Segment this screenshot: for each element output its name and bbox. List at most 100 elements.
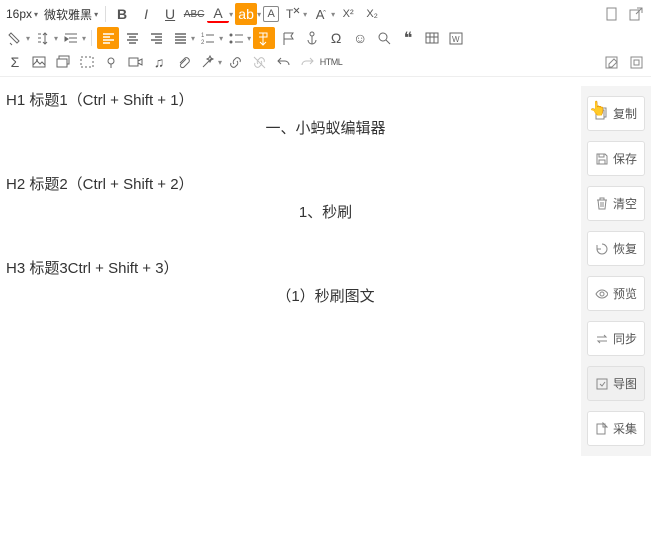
text-border-button[interactable]: A <box>263 6 279 22</box>
export-label: 导图 <box>613 375 637 392</box>
align-center-button[interactable] <box>121 27 143 49</box>
multi-image-button[interactable] <box>52 51 74 73</box>
align-right-button[interactable] <box>145 27 167 49</box>
bg-color-button[interactable]: ab <box>235 3 257 25</box>
flag-icon <box>281 31 296 46</box>
preview-button[interactable]: 预览 <box>587 276 645 311</box>
link-button[interactable] <box>224 51 246 73</box>
caret-icon: ▾ <box>34 10 38 19</box>
separator <box>105 6 106 22</box>
direction-icon <box>257 31 272 46</box>
caret-icon[interactable]: ▾ <box>191 34 195 43</box>
caret-icon[interactable]: ▾ <box>219 34 223 43</box>
svg-text:W: W <box>452 35 460 44</box>
toolbar-row-2: ▾ ▾ ▾ ▾ 12 ▾ ▾ Ω ☺ ❝ W <box>4 26 647 50</box>
map-button[interactable] <box>100 51 122 73</box>
caret-icon[interactable]: ▾ <box>247 34 251 43</box>
quote-button[interactable]: ❝ <box>397 27 419 49</box>
sync-icon <box>595 332 609 346</box>
line-height-button[interactable] <box>32 27 54 49</box>
align-justify-button[interactable] <box>169 27 191 49</box>
restore-button[interactable]: 恢复 <box>587 231 645 266</box>
export-image-button[interactable]: 导图 👆 <box>587 366 645 401</box>
fullscreen-button[interactable] <box>625 51 647 73</box>
sync-button[interactable]: 同步 <box>587 321 645 356</box>
emoji-button[interactable]: ☺ <box>349 27 371 49</box>
indent-button[interactable] <box>60 27 82 49</box>
font-size-select[interactable]: 16px ▾ <box>4 6 40 22</box>
preview-label: 预览 <box>613 285 637 302</box>
magic-button[interactable] <box>196 51 218 73</box>
clear-format-button[interactable]: T <box>281 3 303 25</box>
unlink-button[interactable] <box>248 51 270 73</box>
search-button[interactable] <box>373 27 395 49</box>
direction-button[interactable] <box>253 27 275 49</box>
superscript-button[interactable]: X² <box>337 3 359 25</box>
format-paint-button[interactable] <box>4 27 26 49</box>
caret-icon: ▾ <box>94 10 98 19</box>
audio-button[interactable]: ♫ <box>148 51 170 73</box>
caret-icon[interactable]: ▾ <box>218 58 222 67</box>
image-button[interactable] <box>28 51 50 73</box>
content-line-3: （1）秒刷图文 <box>6 285 645 309</box>
screenshot-button[interactable] <box>76 51 98 73</box>
font-family-value: 微软雅黑 <box>44 6 92 23</box>
table-icon <box>425 31 440 46</box>
font-size-value: 16px <box>6 7 32 21</box>
sum-button[interactable]: Σ <box>4 51 26 73</box>
unlink-icon <box>252 55 267 70</box>
caret-icon[interactable]: ▾ <box>26 34 30 43</box>
redo-icon <box>300 55 315 70</box>
sync-label: 同步 <box>613 330 637 347</box>
caret-icon[interactable]: ▾ <box>54 34 58 43</box>
separator <box>91 30 92 46</box>
unordered-list-button[interactable] <box>225 27 247 49</box>
word-icon: W <box>449 31 464 46</box>
collect-label: 采集 <box>613 420 637 437</box>
edit-source-button[interactable] <box>601 51 623 73</box>
anchor-button[interactable] <box>301 27 323 49</box>
content-line-1: 一、小蚂蚁编辑器 <box>6 117 645 141</box>
underline-button[interactable]: U <box>159 3 181 25</box>
open-external-button[interactable] <box>625 3 647 25</box>
fullscreen-icon <box>629 55 644 70</box>
strike-button[interactable]: ABC <box>183 3 205 25</box>
save-button[interactable]: 保存 <box>587 141 645 176</box>
italic-button[interactable]: I <box>135 3 157 25</box>
search-icon <box>377 31 392 46</box>
align-right-icon <box>149 31 164 46</box>
font-color-button[interactable]: A <box>207 5 229 23</box>
font-case-button[interactable]: Â <box>309 3 331 25</box>
bold-button[interactable]: B <box>111 3 133 25</box>
undo-button[interactable] <box>272 51 294 73</box>
subscript-button[interactable]: X₂ <box>361 3 383 25</box>
save-label: 保存 <box>613 150 637 167</box>
h1-line: H1 标题1（Ctrl + Shift + 1） <box>6 89 645 113</box>
magic-icon <box>200 55 215 70</box>
table-button[interactable] <box>421 27 443 49</box>
word-button[interactable]: W <box>445 27 467 49</box>
caret-icon[interactable]: ▾ <box>257 10 261 19</box>
anchor-icon <box>305 31 320 46</box>
html-button[interactable]: HTML <box>320 51 342 73</box>
caret-icon[interactable]: ▾ <box>82 34 86 43</box>
h3-line: H3 标题3Ctrl + Shift + 3） <box>6 257 645 281</box>
svg-text:1: 1 <box>201 33 205 39</box>
caret-icon[interactable]: ▾ <box>229 10 233 19</box>
editor-content[interactable]: H1 标题1（Ctrl + Shift + 1） 一、小蚂蚁编辑器 H2 标题2… <box>0 77 651 517</box>
caret-icon[interactable]: ▾ <box>303 10 307 19</box>
redo-button[interactable] <box>296 51 318 73</box>
special-char-button[interactable]: Ω <box>325 27 347 49</box>
ordered-list-button[interactable]: 12 <box>197 27 219 49</box>
attachment-button[interactable] <box>172 51 194 73</box>
clear-button[interactable]: 清空 <box>587 186 645 221</box>
svg-text:2: 2 <box>201 40 205 46</box>
new-doc-button[interactable] <box>601 3 623 25</box>
font-family-select[interactable]: 微软雅黑 ▾ <box>42 5 100 24</box>
caret-icon[interactable]: ▾ <box>331 10 335 19</box>
copy-button[interactable]: 复制 <box>587 96 645 131</box>
flag-button[interactable] <box>277 27 299 49</box>
video-button[interactable] <box>124 51 146 73</box>
align-left-button[interactable] <box>97 27 119 49</box>
collect-button[interactable]: 采集 <box>587 411 645 446</box>
